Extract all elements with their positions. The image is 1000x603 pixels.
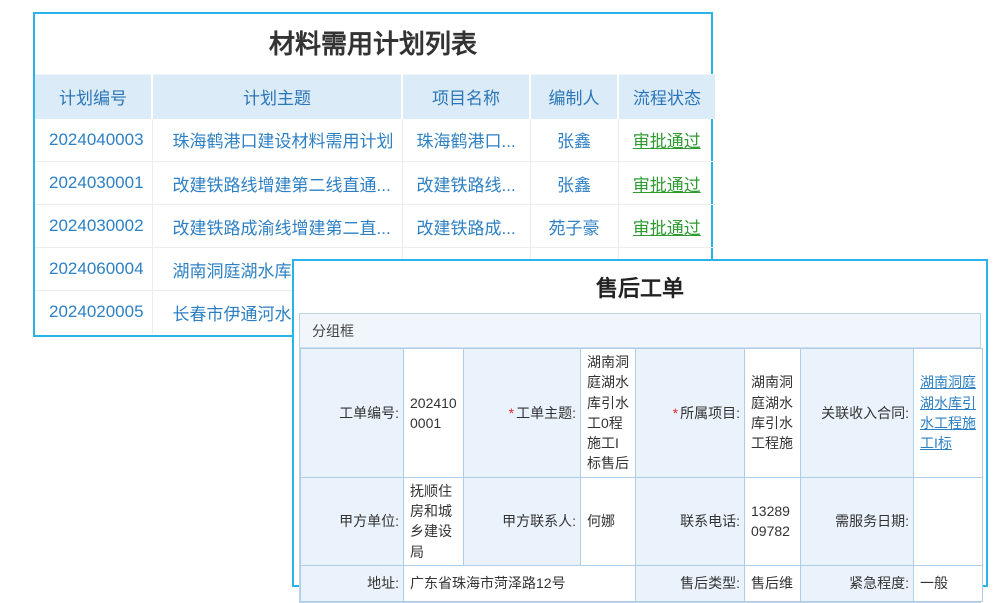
plan-no-cell[interactable]: 2024030001: [35, 162, 152, 205]
party-a-unit-value: 抚顺住房和城乡建设局: [404, 477, 464, 565]
address-label: 地址:: [301, 565, 404, 601]
work-order-form-table: 工单编号: 2024100001 *工单主题: 湖南洞庭湖水库引水工0程施工I标…: [300, 348, 983, 602]
order-no-value: 2024100001: [404, 349, 464, 478]
party-a-unit-label: 甲方单位:: [301, 477, 404, 565]
phone-value: 1328909782: [745, 477, 801, 565]
required-asterisk: *: [673, 405, 678, 421]
aftersales-type-label: 售后类型:: [636, 565, 745, 601]
status-link[interactable]: 审批通过: [633, 132, 701, 151]
aftersales-type-value: 售后维: [745, 565, 801, 601]
plan-no-cell[interactable]: 2024020005: [35, 291, 152, 334]
status-link[interactable]: 审批通过: [633, 219, 701, 238]
project-name-cell: 改建铁路线...: [402, 162, 530, 205]
required-asterisk: *: [509, 405, 514, 421]
plan-subject-cell[interactable]: 改建铁路成渝线增建第二直...: [152, 205, 402, 248]
creator-cell: 苑子豪: [530, 205, 618, 248]
plan-no-cell[interactable]: 2024030002: [35, 205, 152, 248]
address-value: 广东省珠海市菏泽路12号: [404, 565, 636, 601]
income-contract-label: 关联收入合同:: [801, 349, 914, 478]
status-link[interactable]: 审批通过: [633, 176, 701, 195]
project-name-cell: 改建铁路成...: [402, 205, 530, 248]
subject-label: *工单主题:: [464, 349, 581, 478]
table-row: 2024030002 改建铁路成渝线增建第二直... 改建铁路成... 苑子豪 …: [35, 205, 715, 248]
party-a-contact-value: 何娜: [581, 477, 636, 565]
column-header-project: 项目名称: [402, 75, 530, 119]
plan-subject-cell[interactable]: 珠海鹤港口建设材料需用计划: [152, 119, 402, 162]
column-header-subject: 计划主题: [152, 75, 402, 119]
phone-label: 联系电话:: [636, 477, 745, 565]
plan-subject-cell[interactable]: 改建铁路线增建第二线直通...: [152, 162, 402, 205]
column-header-plan-no: 计划编号: [35, 75, 152, 119]
urgency-label: 紧急程度:: [801, 565, 914, 601]
service-date-value: [914, 477, 983, 565]
form-row-2: 甲方单位: 抚顺住房和城乡建设局 甲方联系人: 何娜 联系电话: 1328909…: [301, 477, 983, 565]
page-title: 材料需用计划列表: [35, 14, 711, 74]
table-header-row: 计划编号 计划主题 项目名称 编制人 流程状态: [35, 75, 715, 119]
group-box-label: 分组框: [300, 314, 980, 348]
service-date-label: 需服务日期:: [801, 477, 914, 565]
after-sales-work-order-window: 售后工单 分组框 工单编号: 2024100001 *工单主题: 湖南洞庭湖水库…: [292, 259, 988, 587]
subject-value: 湖南洞庭湖水库引水工0程施工I标售后: [581, 349, 636, 478]
table-row: 2024040003 珠海鹤港口建设材料需用计划 珠海鹤港口... 张鑫 审批通…: [35, 119, 715, 162]
income-contract-link[interactable]: 湖南洞庭湖水库引水工程施工I标: [920, 374, 976, 451]
creator-cell: 张鑫: [530, 162, 618, 205]
order-no-label: 工单编号:: [301, 349, 404, 478]
work-order-title: 售后工单: [294, 261, 986, 313]
urgency-value: 一般: [914, 565, 983, 601]
plan-no-cell[interactable]: 2024060004: [35, 248, 152, 291]
plan-no-cell[interactable]: 2024040003: [35, 119, 152, 162]
form-row-1: 工单编号: 2024100001 *工单主题: 湖南洞庭湖水库引水工0程施工I标…: [301, 349, 983, 478]
column-header-creator: 编制人: [530, 75, 618, 119]
project-name-cell: 珠海鹤港口...: [402, 119, 530, 162]
form-row-3: 地址: 广东省珠海市菏泽路12号 售后类型: 售后维 紧急程度: 一般: [301, 565, 983, 601]
group-box: 分组框 工单编号: 2024100001 *工单主题: 湖南洞庭湖水库引水工0程…: [299, 313, 981, 603]
project-value: 湖南洞庭湖水库引水工程施: [745, 349, 801, 478]
party-a-contact-label: 甲方联系人:: [464, 477, 581, 565]
column-header-status: 流程状态: [618, 75, 715, 119]
project-label: *所属项目:: [636, 349, 745, 478]
creator-cell: 张鑫: [530, 119, 618, 162]
table-row: 2024030001 改建铁路线增建第二线直通... 改建铁路线... 张鑫 审…: [35, 162, 715, 205]
